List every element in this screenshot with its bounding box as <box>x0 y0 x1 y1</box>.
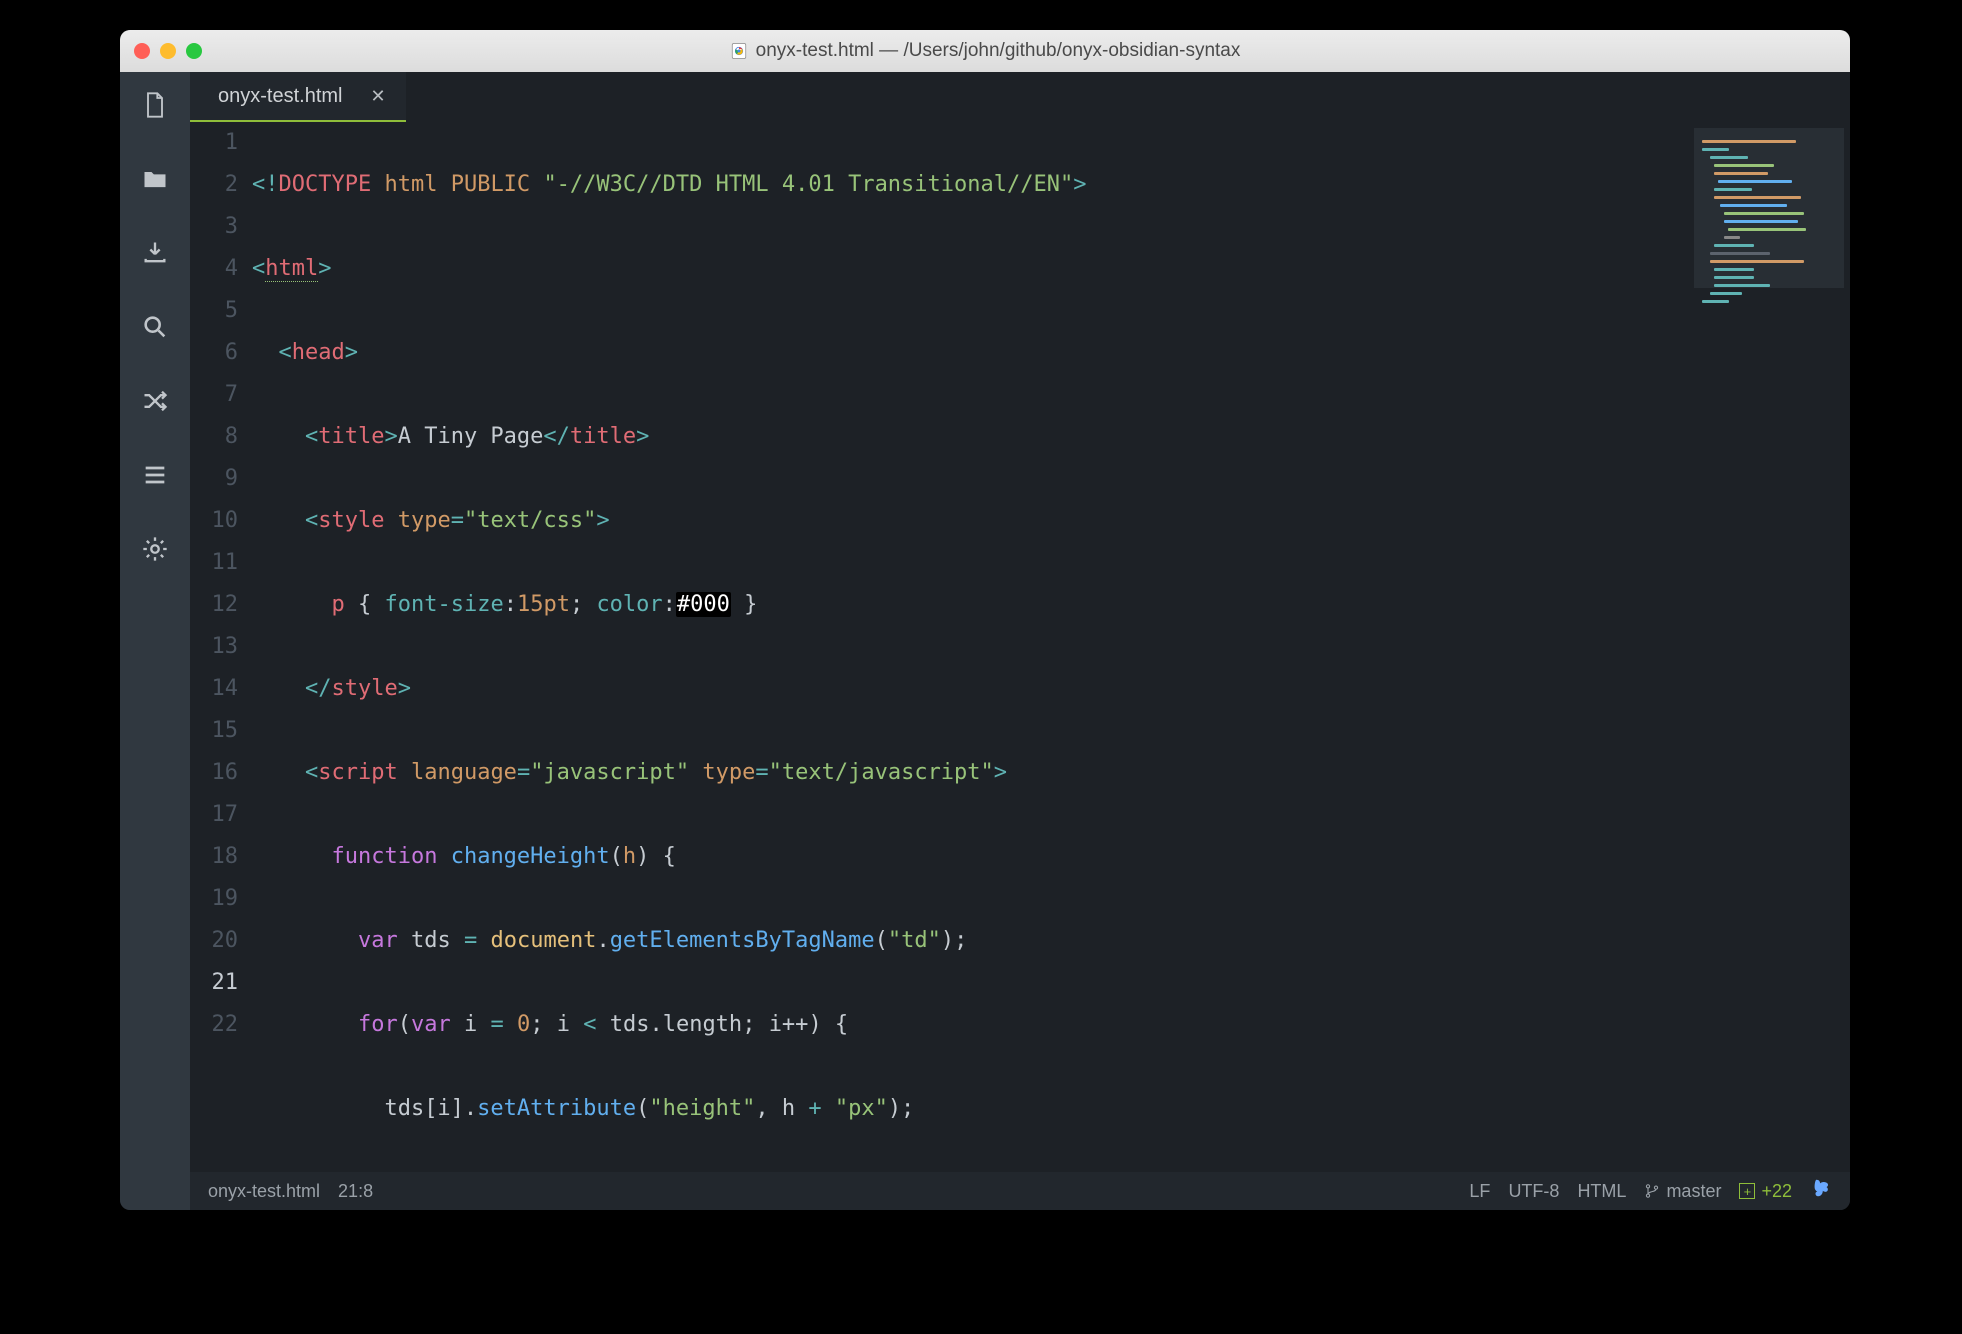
activity-bar <box>120 72 190 1210</box>
status-cursor[interactable]: 21:8 <box>338 1181 373 1202</box>
git-branch-icon <box>1644 1183 1660 1199</box>
menu-icon[interactable] <box>140 460 170 490</box>
status-line-ending[interactable]: LF <box>1469 1181 1490 1202</box>
minimap[interactable] <box>1694 128 1844 288</box>
download-icon[interactable] <box>140 238 170 268</box>
close-icon[interactable]: ✕ <box>370 86 385 107</box>
status-encoding[interactable]: UTF-8 <box>1508 1181 1559 1202</box>
code-area[interactable]: <!DOCTYPE html PUBLIC "-//W3C//DTD HTML … <box>252 122 1850 1210</box>
tab-bar: onyx-test.html ✕ <box>190 72 1850 122</box>
status-filename[interactable]: onyx-test.html <box>208 1181 320 1202</box>
shuffle-icon[interactable] <box>140 386 170 416</box>
tab-onyx-test[interactable]: onyx-test.html ✕ <box>190 72 406 122</box>
tab-label: onyx-test.html <box>218 85 342 108</box>
chrome-file-icon <box>730 42 748 60</box>
status-git-changes[interactable]: + +22 <box>1739 1181 1792 1202</box>
window-title-text: onyx-test.html — /Users/john/github/onyx… <box>756 40 1241 62</box>
squirrel-icon[interactable] <box>1810 1177 1832 1205</box>
app-window: onyx-test.html — /Users/john/github/onyx… <box>120 30 1850 1210</box>
search-icon[interactable] <box>140 312 170 342</box>
file-icon[interactable] <box>140 90 170 120</box>
titlebar[interactable]: onyx-test.html — /Users/john/github/onyx… <box>120 30 1850 72</box>
status-branch[interactable]: master <box>1644 1181 1721 1202</box>
status-grammar[interactable]: HTML <box>1577 1181 1626 1202</box>
folder-icon[interactable] <box>140 164 170 194</box>
status-bar: onyx-test.html 21:8 LF UTF-8 HTML master… <box>190 1172 1850 1210</box>
plus-icon: + <box>1739 1183 1755 1199</box>
line-gutter: 12345678910111213141516171819202122 <box>190 122 252 1210</box>
gear-icon[interactable] <box>140 534 170 564</box>
window-title: onyx-test.html — /Users/john/github/onyx… <box>120 40 1850 62</box>
editor[interactable]: 12345678910111213141516171819202122 <!DO… <box>190 122 1850 1210</box>
